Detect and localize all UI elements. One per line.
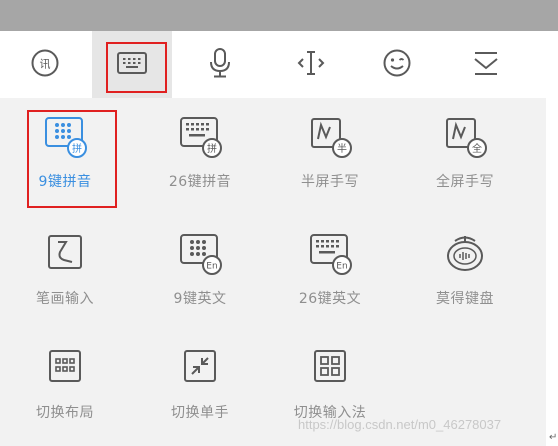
collapse-keyboard-icon bbox=[471, 48, 501, 82]
full-screen-handwriting-icon: 全 bbox=[442, 115, 488, 159]
toolbar-microphone-button[interactable] bbox=[180, 31, 260, 98]
half-screen-handwriting-icon: 半 bbox=[307, 115, 353, 159]
pinyin-9key-highlight bbox=[27, 110, 117, 208]
stroke-input-icon bbox=[42, 232, 88, 276]
top-bar bbox=[0, 0, 558, 31]
switch-layout-icon bbox=[42, 346, 88, 390]
one-hand-mode-icon bbox=[177, 346, 223, 390]
svg-text:拼: 拼 bbox=[207, 142, 217, 155]
microphone-icon bbox=[208, 47, 232, 83]
mode-label: 切换布局 bbox=[36, 405, 94, 421]
voice-to-text-icon: 讯 bbox=[30, 48, 60, 82]
mode-half-screen-handwriting[interactable]: 半 半屏手写 bbox=[270, 103, 390, 203]
mode-switch-layout[interactable]: 切换布局 bbox=[5, 334, 125, 434]
svg-text:En: En bbox=[336, 262, 347, 272]
mode-label: 9键英文 bbox=[173, 291, 227, 307]
mode-full-screen-handwriting[interactable]: 全 全屏手写 bbox=[405, 103, 525, 203]
toolbar-collapse-button[interactable] bbox=[446, 31, 526, 98]
toolbar-emoji-button[interactable] bbox=[357, 31, 437, 98]
keyboard-button-highlight bbox=[106, 42, 167, 93]
mode-label: 半屏手写 bbox=[301, 174, 359, 190]
switch-input-method-icon bbox=[307, 346, 353, 390]
mode-26key-english[interactable]: En 26键英文 bbox=[270, 220, 390, 320]
keypad-9-english-icon: En bbox=[177, 232, 223, 276]
mode-label: 26键英文 bbox=[298, 291, 362, 307]
mode-keyboard-icon bbox=[442, 232, 488, 276]
mode-9key-english[interactable]: En 9键英文 bbox=[140, 220, 260, 320]
mode-stroke-input[interactable]: 笔画输入 bbox=[5, 220, 125, 320]
svg-text:En: En bbox=[206, 262, 217, 272]
mode-mode-keyboard[interactable]: 莫得键盘 bbox=[405, 220, 525, 320]
svg-text:半: 半 bbox=[337, 142, 347, 155]
svg-text:全: 全 bbox=[472, 142, 482, 155]
toolbar-cursor-button[interactable] bbox=[271, 31, 351, 98]
svg-text:讯: 讯 bbox=[40, 57, 51, 70]
watermark: https://blog.csdn.net/m0_46278037 bbox=[298, 417, 502, 432]
keypad-26-english-icon: En bbox=[307, 232, 353, 276]
mode-label: 莫得键盘 bbox=[436, 291, 494, 307]
text-cursor-move-icon bbox=[296, 48, 326, 82]
mode-label: 笔画输入 bbox=[36, 291, 94, 307]
mode-label: 全屏手写 bbox=[436, 174, 494, 190]
return-mark: ↵ bbox=[549, 432, 558, 443]
mode-26key-pinyin[interactable]: 拼 26键拼音 bbox=[140, 103, 260, 203]
mode-label: 切换单手 bbox=[171, 405, 229, 421]
input-toolbar: 讯 bbox=[0, 31, 546, 98]
toolbar-voice-to-text-button[interactable]: 讯 bbox=[5, 31, 85, 98]
mode-label: 26键拼音 bbox=[168, 174, 232, 190]
emoji-icon bbox=[382, 48, 412, 82]
keypad-26-pinyin-icon: 拼 bbox=[177, 115, 223, 159]
mode-one-hand[interactable]: 切换单手 bbox=[140, 334, 260, 434]
